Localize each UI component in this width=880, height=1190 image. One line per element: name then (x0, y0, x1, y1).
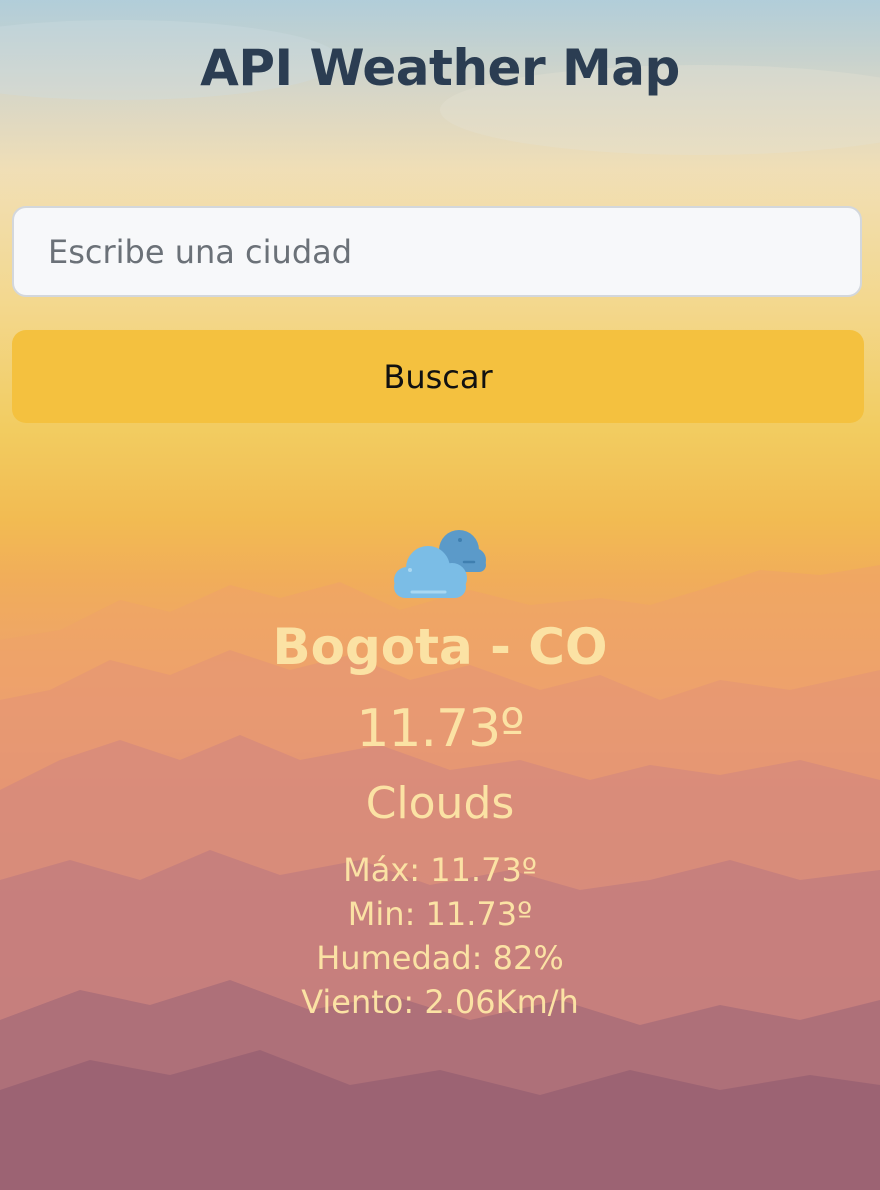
temperature: 11.73º (356, 699, 524, 759)
humidity: Humedad: 82% (316, 939, 564, 977)
search-button[interactable]: Buscar (12, 330, 864, 423)
wind-speed: Viento: 2.06Km/h (301, 983, 579, 1021)
weather-app: API Weather Map Buscar Bogota - CO 11.73… (0, 0, 880, 1190)
weather-details: Máx: 11.73º Min: 11.73º Humedad: 82% Vie… (0, 848, 880, 1024)
min-temperature: Min: 11.73º (347, 895, 533, 933)
page-title: API Weather Map (200, 39, 680, 97)
city-name: Bogota - CO (272, 618, 608, 676)
city-search-input[interactable] (12, 206, 862, 297)
weather-description: Clouds (365, 778, 515, 829)
clouds-icon (394, 530, 486, 598)
max-temperature: Máx: 11.73º (343, 851, 537, 889)
